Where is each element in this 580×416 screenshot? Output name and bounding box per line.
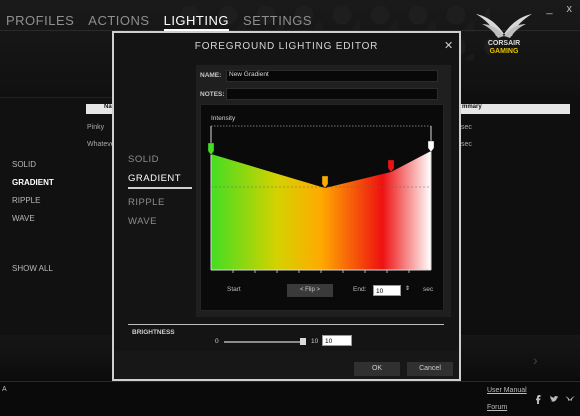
lighting-type-list: SOLID GRADIENT RIPPLE WAVE <box>12 160 54 223</box>
chevron-right-icon: › <box>533 352 538 368</box>
foreground-lighting-editor-dialog: FOREGROUND LIGHTING EDITOR ✕ SOLID GRADI… <box>112 31 461 381</box>
color-stop-mid[interactable] <box>321 175 329 189</box>
close-icon[interactable]: ✕ <box>444 39 453 52</box>
ok-button[interactable]: OK <box>354 362 400 376</box>
brightness-max: 10 <box>311 338 319 345</box>
twitter-icon[interactable] <box>549 394 559 404</box>
brightness-divider <box>128 324 444 325</box>
table-cell-duration: sec <box>461 141 472 148</box>
show-all-link[interactable]: SHOW ALL <box>12 264 53 273</box>
effect-ripple[interactable]: RIPPLE <box>128 198 192 208</box>
effect-type-list: SOLID GRADIENT RIPPLE WAVE <box>128 155 192 227</box>
gradient-form: NAME: New Gradient NOTES: Intensity Star… <box>196 65 451 317</box>
end-unit: sec <box>423 286 434 293</box>
left-item-wave[interactable]: WAVE <box>12 214 54 223</box>
table-cell-duration: sec <box>461 124 472 131</box>
brand-logo-text: CORSAIR GAMING <box>474 40 534 56</box>
close-window-button[interactable]: x <box>567 3 573 15</box>
tab-lighting[interactable]: LIGHTING <box>163 13 229 31</box>
corsair-social-icon[interactable] <box>565 394 575 404</box>
tab-profiles[interactable]: PROFILES <box>6 13 74 31</box>
color-stop-start[interactable] <box>207 142 215 156</box>
brightness-label: BRIGHTNESS <box>132 329 175 336</box>
notes-input[interactable] <box>226 88 438 100</box>
facebook-icon[interactable] <box>533 394 543 404</box>
brand-sub: GAMING <box>489 48 519 55</box>
table-header-name: Na <box>86 104 114 114</box>
footer-divider <box>0 381 580 382</box>
end-time-input[interactable]: 10 <box>373 285 401 296</box>
effect-solid[interactable]: SOLID <box>128 155 192 165</box>
footer-glyph: A <box>2 386 7 393</box>
gradient-fill <box>211 151 431 270</box>
user-manual-link[interactable]: User Manual <box>487 387 527 394</box>
top-nav: PROFILES ACTIONS LIGHTING SETTINGS <box>6 13 312 31</box>
gradient-graph[interactable] <box>201 105 445 280</box>
left-item-ripple[interactable]: RIPPLE <box>12 196 54 205</box>
brand-name: CORSAIR <box>487 40 521 47</box>
name-label: NAME: <box>200 72 222 79</box>
name-input[interactable]: New Gradient <box>226 70 438 82</box>
tab-actions[interactable]: ACTIONS <box>88 13 149 31</box>
right-panel <box>460 97 580 337</box>
gradient-editor: Intensity Start < Flip > End: 10 ⇕ sec <box>200 104 444 311</box>
start-label: Start <box>227 286 241 293</box>
effect-gradient[interactable]: GRADIENT <box>128 174 192 189</box>
brightness-min: 0 <box>215 338 219 345</box>
cancel-button[interactable]: Cancel <box>407 362 453 376</box>
brightness-slider[interactable] <box>224 341 304 343</box>
color-stop-red[interactable] <box>387 159 395 173</box>
forum-link[interactable]: Forum <box>487 404 507 411</box>
flip-button[interactable]: < Flip > <box>287 284 333 297</box>
brightness-slider-thumb[interactable] <box>300 338 306 345</box>
tab-settings[interactable]: SETTINGS <box>243 13 312 31</box>
left-item-gradient[interactable]: GRADIENT <box>12 178 54 187</box>
table-row[interactable]: Pinky <box>87 124 104 131</box>
color-stop-end[interactable] <box>427 140 435 153</box>
notes-label: NOTES: <box>200 91 225 98</box>
table-header-summary: mmary <box>460 104 570 114</box>
brightness-input[interactable]: 10 <box>322 335 352 346</box>
effect-wave[interactable]: WAVE <box>128 217 192 227</box>
end-label: End: <box>353 286 367 293</box>
spinner-icon[interactable]: ⇕ <box>405 285 410 292</box>
table-row[interactable]: Whateve <box>87 141 115 148</box>
left-item-solid[interactable]: SOLID <box>12 160 54 169</box>
window-controls: _ x <box>546 3 572 15</box>
dialog-title: FOREGROUND LIGHTING EDITOR <box>194 41 379 52</box>
minimize-button[interactable]: _ <box>546 3 552 15</box>
